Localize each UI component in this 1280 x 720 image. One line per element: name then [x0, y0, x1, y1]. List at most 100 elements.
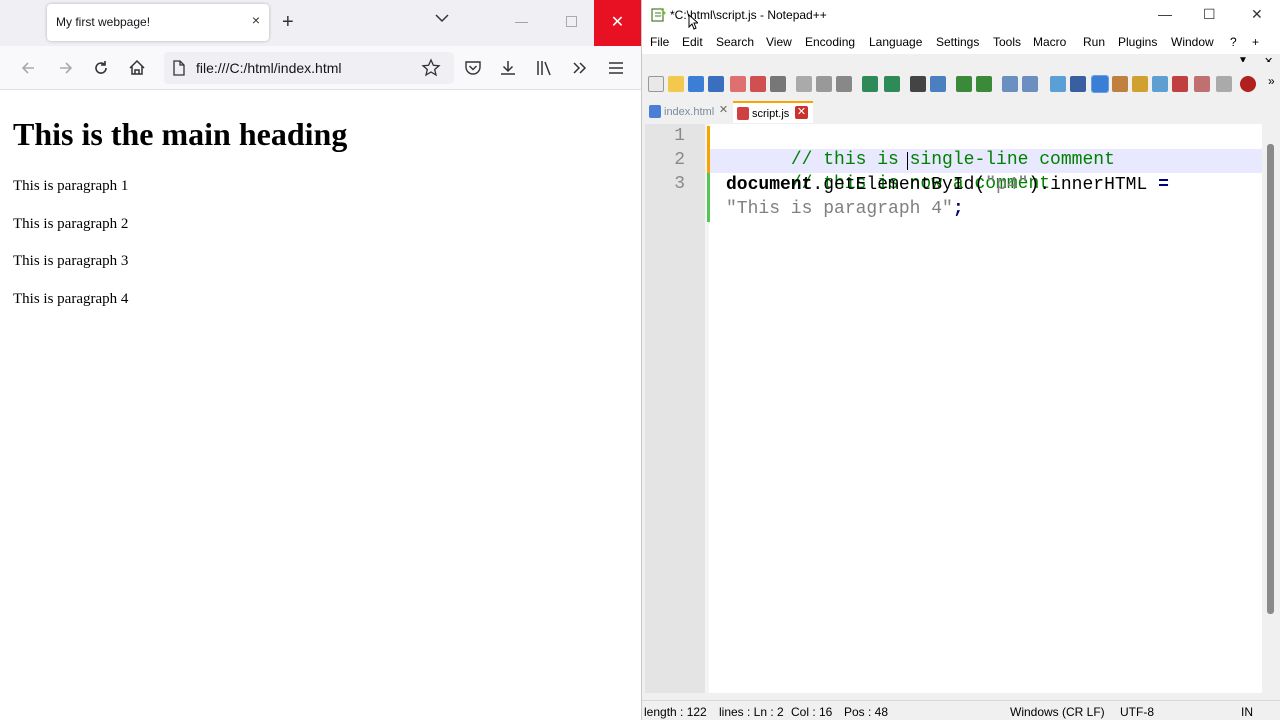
menu-tools[interactable]: Tools: [993, 35, 1021, 49]
browser-nav-bar: file:///C:/html/index.html: [0, 46, 641, 90]
browser-tab[interactable]: My first webpage! ×: [47, 4, 269, 41]
hamburger-menu-icon[interactable]: [606, 58, 626, 78]
new-tab-button[interactable]: +: [282, 11, 294, 33]
menu-macro[interactable]: Macro: [1033, 35, 1066, 49]
home-icon[interactable]: [127, 58, 147, 78]
stop-record-icon[interactable]: [1240, 76, 1256, 92]
mouse-pointer-icon: [688, 14, 698, 30]
menu-run[interactable]: Run: [1083, 35, 1105, 49]
library-icon[interactable]: [535, 58, 555, 78]
monitoring-icon[interactable]: [1172, 76, 1188, 92]
close-icon[interactable]: ✕: [1251, 6, 1263, 23]
back-icon[interactable]: [19, 58, 39, 78]
undo-icon[interactable]: [862, 76, 878, 92]
object-token: document: [726, 175, 813, 195]
folder-workspace-icon[interactable]: [1152, 76, 1168, 92]
pocket-icon[interactable]: [463, 58, 483, 78]
toolbar-overflow-icon[interactable]: »: [1268, 74, 1275, 88]
overflow-chevron-icon[interactable]: [570, 58, 590, 78]
play-macro-icon[interactable]: [1216, 76, 1232, 92]
paragraph-2: This is paragraph 2: [13, 216, 129, 232]
status-bar: length : 122 lines : Ln : 2 Col : 16 Pos…: [642, 700, 1280, 720]
menu-plugins[interactable]: Plugins: [1118, 35, 1157, 49]
word-wrap-icon[interactable]: [1050, 76, 1066, 92]
maximize-icon[interactable]: [566, 16, 577, 27]
page-icon: [173, 60, 185, 76]
zoom-in-icon[interactable]: [956, 76, 972, 92]
record-macro-icon[interactable]: [1194, 76, 1210, 92]
new-file-icon[interactable]: [648, 76, 664, 92]
tab-index-html[interactable]: index.html ✕: [645, 101, 733, 123]
menu-help[interactable]: ?: [1230, 35, 1237, 49]
string-token: "This is paragraph 4": [726, 199, 953, 219]
tab-close-icon[interactable]: ×: [252, 12, 260, 28]
saved-file-icon: [649, 105, 661, 118]
menu-edit[interactable]: Edit: [682, 35, 703, 49]
page-content: This is the main heading This is paragra…: [0, 91, 641, 720]
minimize-icon[interactable]: —: [515, 14, 528, 29]
save-all-icon[interactable]: [708, 76, 724, 92]
semicolon-token: ;: [952, 199, 964, 219]
window-close-button[interactable]: ✕: [594, 0, 641, 46]
status-encoding[interactable]: UTF-8: [1120, 705, 1154, 719]
url-text: file:///C:/html/index.html: [196, 60, 342, 76]
menu-settings[interactable]: Settings: [936, 35, 979, 49]
status-insert-mode: IN: [1241, 705, 1253, 719]
find-icon[interactable]: [910, 76, 926, 92]
paragraph-3: This is paragraph 3: [13, 253, 129, 269]
minimize-icon[interactable]: —: [1158, 6, 1172, 22]
sync-horizontal-icon[interactable]: [1022, 76, 1038, 92]
status-pos: Pos : 48: [844, 705, 889, 719]
redo-icon[interactable]: [884, 76, 900, 92]
replace-icon[interactable]: [930, 76, 946, 92]
paragraph-1: This is paragraph 1: [13, 178, 129, 194]
tab-close-icon[interactable]: ✕: [795, 106, 808, 119]
line-number: 3: [674, 174, 685, 194]
cut-icon[interactable]: [796, 76, 812, 92]
line-number: 2: [674, 150, 685, 170]
scrollbar-thumb[interactable]: [1267, 144, 1274, 614]
indent-guide-icon[interactable]: [1091, 75, 1109, 93]
code-editor[interactable]: 1 2 3 // this is single-line comment // …: [645, 124, 1262, 693]
zoom-out-icon[interactable]: [976, 76, 992, 92]
menu-window[interactable]: Window: [1171, 35, 1214, 49]
notepadpp-app-icon: [651, 7, 666, 22]
doc-map-icon[interactable]: [1112, 76, 1128, 92]
vertical-scrollbar[interactable]: [1262, 124, 1279, 693]
close-all-icon[interactable]: [750, 76, 766, 92]
operator-token: =: [1158, 175, 1169, 195]
browser-tab-title: My first webpage!: [56, 15, 151, 29]
tab-label: index.html: [664, 106, 715, 118]
menu-plus[interactable]: +: [1252, 35, 1259, 49]
save-icon[interactable]: [688, 76, 704, 92]
close-file-icon[interactable]: [730, 76, 746, 92]
copy-icon[interactable]: [816, 76, 832, 92]
maximize-icon[interactable]: ☐: [1203, 6, 1216, 23]
bookmark-star-icon[interactable]: [421, 58, 441, 78]
tab-script-js[interactable]: script.js ✕: [733, 101, 813, 123]
menu-encoding[interactable]: Encoding: [805, 35, 855, 49]
downloads-icon[interactable]: [498, 58, 518, 78]
function-list-icon[interactable]: [1132, 76, 1148, 92]
code-line-3: document.getElementById("p4").innerHTML …: [726, 173, 1169, 197]
property-token: ).innerHTML: [1028, 175, 1159, 195]
forward-icon[interactable]: [55, 58, 75, 78]
open-file-icon[interactable]: [668, 76, 684, 92]
menu-search[interactable]: Search: [716, 35, 754, 49]
menu-language[interactable]: Language: [869, 35, 922, 49]
menu-view[interactable]: View: [766, 35, 792, 49]
menu-file[interactable]: File: [650, 35, 669, 49]
status-eol[interactable]: Windows (CR LF): [1010, 705, 1105, 719]
tab-close-icon[interactable]: ✕: [717, 104, 730, 117]
address-bar[interactable]: file:///C:/html/index.html: [164, 52, 454, 84]
text-caret: [907, 152, 908, 170]
list-all-tabs-icon[interactable]: [435, 13, 449, 23]
line-number: 1: [674, 126, 685, 146]
paste-icon[interactable]: [836, 76, 852, 92]
sync-vertical-icon[interactable]: [1002, 76, 1018, 92]
reload-icon[interactable]: [91, 58, 111, 78]
method-token: .getElementById(: [812, 175, 986, 195]
print-icon[interactable]: [770, 76, 786, 92]
line-number-gutter: 1 2 3: [645, 124, 705, 693]
show-all-chars-icon[interactable]: [1070, 76, 1086, 92]
